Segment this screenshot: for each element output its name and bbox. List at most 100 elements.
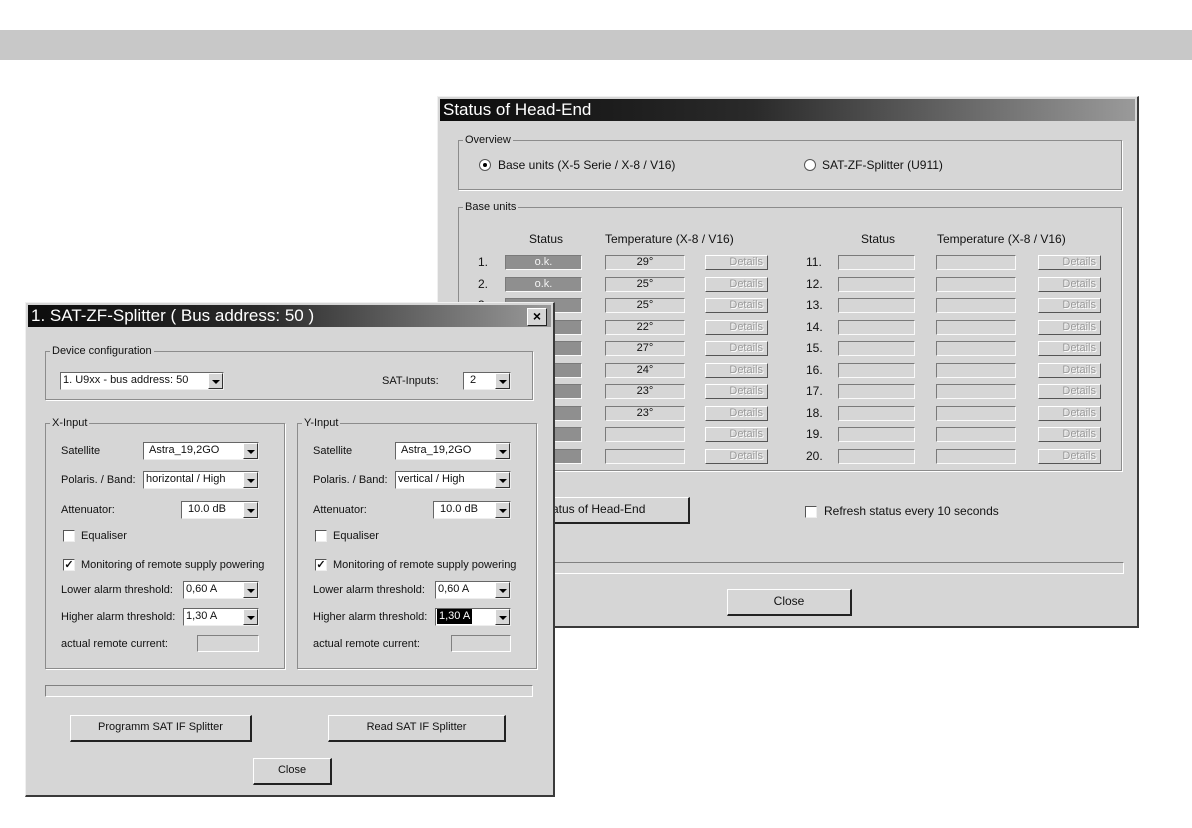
chevron-down-icon[interactable] — [243, 472, 258, 488]
radio-sat-splitter-label[interactable]: SAT-ZF-Splitter (U911) — [822, 158, 943, 172]
unit-status-field — [838, 384, 915, 399]
x-attenuator-select[interactable]: 10.0 dB — [181, 501, 259, 519]
unit-details-button[interactable]: Details — [705, 277, 768, 292]
refresh-checkbox[interactable] — [805, 506, 817, 518]
x-polaris-select[interactable]: horizontal / High — [143, 471, 259, 489]
unit-details-button[interactable]: Details — [1038, 341, 1101, 356]
unit-status-field — [838, 449, 915, 464]
unit-status-field — [838, 406, 915, 421]
unit-details-button[interactable]: Details — [1038, 384, 1101, 399]
unit-details-button[interactable]: Details — [1038, 427, 1101, 442]
x-satellite-label: Satellite — [61, 445, 101, 457]
unit-status-field — [838, 427, 915, 442]
unit-details-button[interactable]: Details — [705, 363, 768, 378]
unit-temperature-field: 23° — [605, 384, 685, 399]
y-monitoring-checkbox[interactable]: ✓ — [315, 559, 327, 571]
chevron-down-icon[interactable] — [495, 472, 510, 488]
chevron-down-icon[interactable] — [243, 502, 258, 518]
unit-details-button[interactable]: Details — [705, 320, 768, 335]
device-select[interactable]: 1. U9xx - bus address: 50 — [60, 372, 224, 390]
unit-temperature-field: 24° — [605, 363, 685, 378]
close-icon[interactable]: × — [527, 308, 547, 326]
y-equaliser-label[interactable]: Equaliser — [333, 530, 379, 542]
unit-details-button[interactable]: Details — [1038, 277, 1101, 292]
chevron-down-icon[interactable] — [495, 609, 510, 625]
unit-details-button[interactable]: Details — [1038, 406, 1101, 421]
y-satellite-select[interactable]: Astra_19,2GO — [395, 442, 511, 460]
y-equaliser-checkbox[interactable] — [315, 530, 327, 542]
splitter-progress-bar — [45, 685, 533, 697]
y-polaris-select[interactable]: vertical / High — [395, 471, 511, 489]
x-monitoring-label[interactable]: Monitoring of remote supply powering — [81, 559, 264, 571]
unit-details-button[interactable]: Details — [705, 384, 768, 399]
head-end-progress-bar — [544, 562, 1124, 574]
unit-status-field — [838, 341, 915, 356]
chevron-down-icon[interactable] — [243, 443, 258, 459]
chevron-down-icon[interactable] — [495, 443, 510, 459]
program-splitter-button[interactable]: Programm SAT IF Splitter — [70, 715, 252, 742]
refresh-label[interactable]: Refresh status every 10 seconds — [824, 504, 999, 518]
x-monitoring-checkbox[interactable]: ✓ — [63, 559, 75, 571]
splitter-titlebar: 1. SAT-ZF-Splitter ( Bus address: 50 ) × — [28, 305, 551, 327]
unit-details-button[interactable]: Details — [705, 255, 768, 270]
radio-base-units-label[interactable]: Base units (X-5 Serie / X-8 / V16) — [498, 158, 675, 172]
unit-number: 14. — [806, 320, 823, 334]
unit-temperature-field — [936, 384, 1016, 399]
unit-number: 15. — [806, 341, 823, 355]
base-units-legend: Base units — [465, 201, 517, 213]
unit-details-button[interactable]: Details — [1038, 449, 1101, 464]
sat-inputs-select[interactable]: 2 — [463, 372, 511, 390]
chevron-down-icon[interactable] — [495, 502, 510, 518]
y-attenuator-label: Attenuator: — [313, 504, 367, 516]
x-lower-label: Lower alarm threshold: — [61, 584, 173, 596]
y-attenuator-select[interactable]: 10.0 dB — [433, 501, 511, 519]
unit-temperature-field — [936, 427, 1016, 442]
unit-status-field — [838, 363, 915, 378]
unit-temperature-field — [605, 427, 685, 442]
unit-details-button[interactable]: Details — [1038, 255, 1101, 270]
chevron-down-icon[interactable] — [208, 373, 223, 389]
x-actual-label: actual remote current: — [61, 638, 168, 650]
y-higher-label: Higher alarm threshold: — [313, 611, 428, 623]
unit-details-button[interactable]: Details — [1038, 363, 1101, 378]
splitter-close-button[interactable]: Close — [253, 758, 332, 785]
x-higher-select[interactable]: 1,30 A — [183, 608, 259, 626]
chevron-down-icon[interactable] — [495, 373, 510, 389]
unit-details-button[interactable]: Details — [705, 449, 768, 464]
y-lower-select[interactable]: 0,60 A — [435, 581, 511, 599]
y-actual-label: actual remote current: — [313, 638, 420, 650]
x-equaliser-checkbox[interactable] — [63, 530, 75, 542]
x-equaliser-label[interactable]: Equaliser — [81, 530, 127, 542]
unit-details-button[interactable]: Details — [705, 427, 768, 442]
unit-details-button[interactable]: Details — [705, 298, 768, 313]
splitter-window: 1. SAT-ZF-Splitter ( Bus address: 50 ) ×… — [25, 302, 555, 797]
unit-status-field — [838, 277, 915, 292]
read-splitter-button[interactable]: Read SAT IF Splitter — [328, 715, 506, 742]
unit-details-button[interactable]: Details — [1038, 298, 1101, 313]
unit-number: 13. — [806, 298, 823, 312]
x-actual-current-field — [197, 635, 259, 652]
head-end-close-button[interactable]: Close — [727, 589, 852, 616]
unit-temperature-field: 22° — [605, 320, 685, 335]
unit-status-field — [838, 320, 915, 335]
radio-sat-splitter[interactable] — [804, 159, 816, 171]
unit-details-button[interactable]: Details — [1038, 320, 1101, 335]
y-polaris-label: Polaris. / Band: — [313, 474, 388, 486]
unit-temperature-field: 25° — [605, 277, 685, 292]
x-lower-select[interactable]: 0,60 A — [183, 581, 259, 599]
y-monitoring-label[interactable]: Monitoring of remote supply powering — [333, 559, 516, 571]
radio-base-units[interactable] — [479, 159, 491, 171]
unit-details-button[interactable]: Details — [705, 406, 768, 421]
unit-number: 16. — [806, 363, 823, 377]
chevron-down-icon[interactable] — [495, 582, 510, 598]
chevron-down-icon[interactable] — [243, 582, 258, 598]
splitter-title: 1. SAT-ZF-Splitter ( Bus address: 50 ) — [31, 306, 315, 325]
y-higher-select[interactable]: 1,30 A — [435, 608, 511, 626]
unit-temperature-field — [936, 320, 1016, 335]
unit-details-button[interactable]: Details — [705, 341, 768, 356]
chevron-down-icon[interactable] — [243, 609, 258, 625]
x-satellite-select[interactable]: Astra_19,2GO — [143, 442, 259, 460]
unit-temperature-field — [936, 255, 1016, 270]
col-temp-left: Temperature (X-8 / V16) — [605, 232, 734, 246]
unit-number: 19. — [806, 427, 823, 441]
